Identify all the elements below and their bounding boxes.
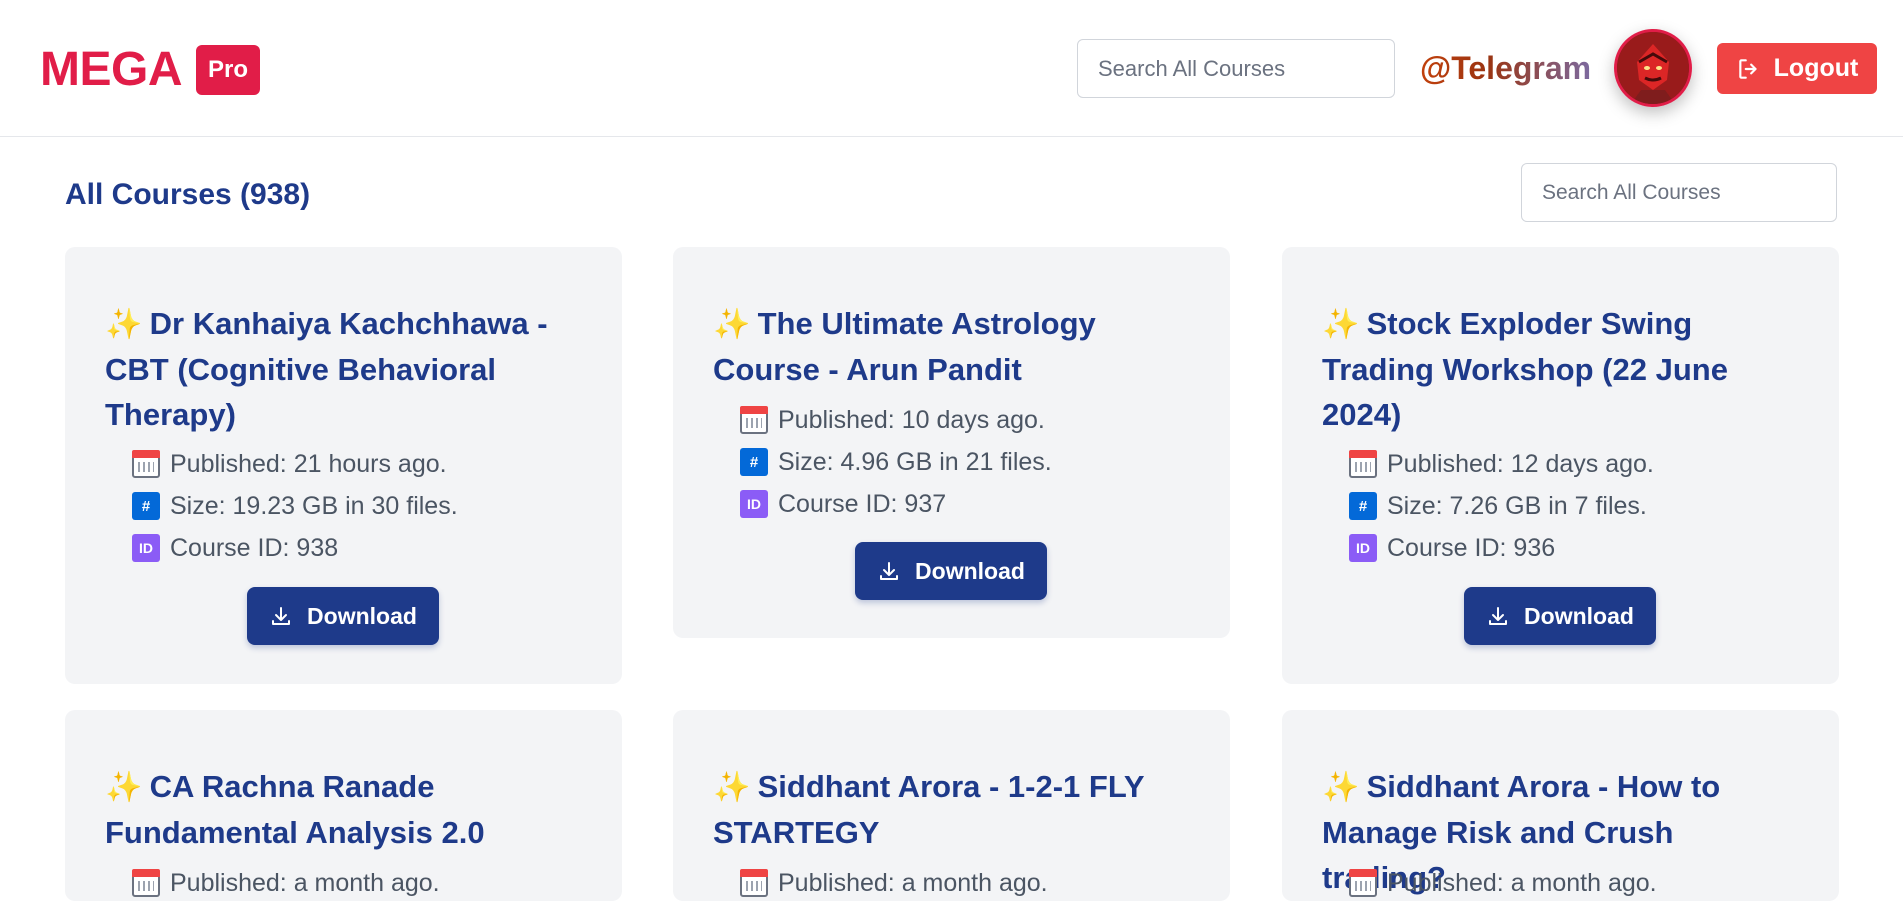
download-icon [272, 607, 291, 625]
size-row: # Size: 19.23 GB in 30 files. [132, 485, 458, 527]
course-card: ✨ Dr Kanhaiya Kachchhawa - CBT (Cognitiv… [65, 247, 622, 684]
course-meta: Published: 10 days ago. # Size: 4.96 GB i… [740, 399, 1052, 525]
published-row: Published: a month ago. [740, 862, 1048, 904]
logout-icon [1738, 58, 1757, 79]
course-search-input[interactable] [1521, 163, 1837, 222]
avatar[interactable] [1614, 29, 1692, 107]
course-title[interactable]: ✨ Siddhant Arora - 1-2-1 FLY STARTEGY [713, 764, 1193, 855]
calendar-icon [1349, 450, 1377, 478]
logo-text: MEGA [40, 43, 183, 96]
calendar-icon [132, 450, 160, 478]
download-icon [880, 562, 899, 580]
logo[interactable]: MEGA Pro [40, 42, 261, 97]
sparkle-icon: ✨ [105, 308, 143, 341]
id-icon: ID [740, 490, 768, 518]
sparkle-icon: ✨ [713, 308, 751, 341]
header: MEGA Pro @Telegram Logout [0, 0, 1903, 137]
sparkle-icon: ✨ [105, 771, 143, 804]
course-card: ✨ CA Rachna Ranade Fundamental Analysis … [65, 710, 622, 901]
course-title[interactable]: ✨ Stock Exploder Swing Trading Workshop … [1322, 301, 1802, 437]
calendar-icon [1349, 869, 1377, 897]
id-row: ID Course ID: 938 [132, 527, 458, 569]
course-title[interactable]: ✨ Dr Kanhaiya Kachchhawa - CBT (Cognitiv… [105, 301, 585, 437]
hash-icon: # [740, 448, 768, 476]
calendar-icon [740, 406, 768, 434]
published-row: Published: 10 days ago. [740, 399, 1052, 441]
download-icon [1489, 607, 1508, 625]
course-meta: Published: a month ago. [1349, 862, 1657, 904]
telegram-link[interactable]: @Telegram [1420, 50, 1591, 87]
course-title[interactable]: ✨ CA Rachna Ranade Fundamental Analysis … [105, 764, 585, 855]
page-title: All Courses (938) [65, 178, 311, 211]
logout-button[interactable]: Logout [1717, 43, 1877, 94]
course-card: ✨ Siddhant Arora - How to Manage Risk an… [1282, 710, 1839, 901]
download-button[interactable]: Download [1464, 587, 1656, 645]
id-icon: ID [1349, 534, 1377, 562]
course-title[interactable]: ✨ The Ultimate Astrology Course - Arun P… [713, 301, 1193, 392]
size-row: # Size: 4.96 GB in 21 files. [740, 441, 1052, 483]
published-row: Published: a month ago. [132, 862, 440, 904]
logout-label: Logout [1773, 54, 1859, 82]
course-card: ✨ Siddhant Arora - 1-2-1 FLY STARTEGY Pu… [673, 710, 1230, 901]
published-row: Published: 12 days ago. [1349, 443, 1654, 485]
course-card: ✨ Stock Exploder Swing Trading Workshop … [1282, 247, 1839, 684]
course-meta: Published: 21 hours ago. # Size: 19.23 GB… [132, 443, 458, 569]
sparkle-icon: ✨ [1322, 308, 1360, 341]
id-row: ID Course ID: 936 [1349, 527, 1654, 569]
hash-icon: # [1349, 492, 1377, 520]
course-meta: Published: 12 days ago. # Size: 7.26 GB i… [1349, 443, 1654, 569]
id-row: ID Course ID: 937 [740, 483, 1052, 525]
calendar-icon [740, 869, 768, 897]
sparkle-icon: ✨ [1322, 771, 1360, 804]
logo-badge: Pro [196, 44, 261, 95]
size-row: # Size: 7.26 GB in 7 files. [1349, 485, 1654, 527]
calendar-icon [132, 869, 160, 897]
avatar-face-icon [1617, 32, 1689, 104]
main-content: All Courses (938) ✨ Dr Kanhaiya Kachchha… [0, 148, 1903, 901]
hash-icon: # [132, 492, 160, 520]
download-button[interactable]: Download [247, 587, 439, 645]
course-card: ✨ The Ultimate Astrology Course - Arun P… [673, 247, 1230, 638]
published-row: Published: a month ago. [1349, 862, 1657, 904]
sparkle-icon: ✨ [713, 771, 751, 804]
download-button[interactable]: Download [855, 542, 1047, 600]
header-search-input[interactable] [1077, 39, 1395, 98]
course-meta: Published: a month ago. [132, 862, 440, 904]
course-meta: Published: a month ago. [740, 862, 1048, 904]
id-icon: ID [132, 534, 160, 562]
published-row: Published: 21 hours ago. [132, 443, 458, 485]
